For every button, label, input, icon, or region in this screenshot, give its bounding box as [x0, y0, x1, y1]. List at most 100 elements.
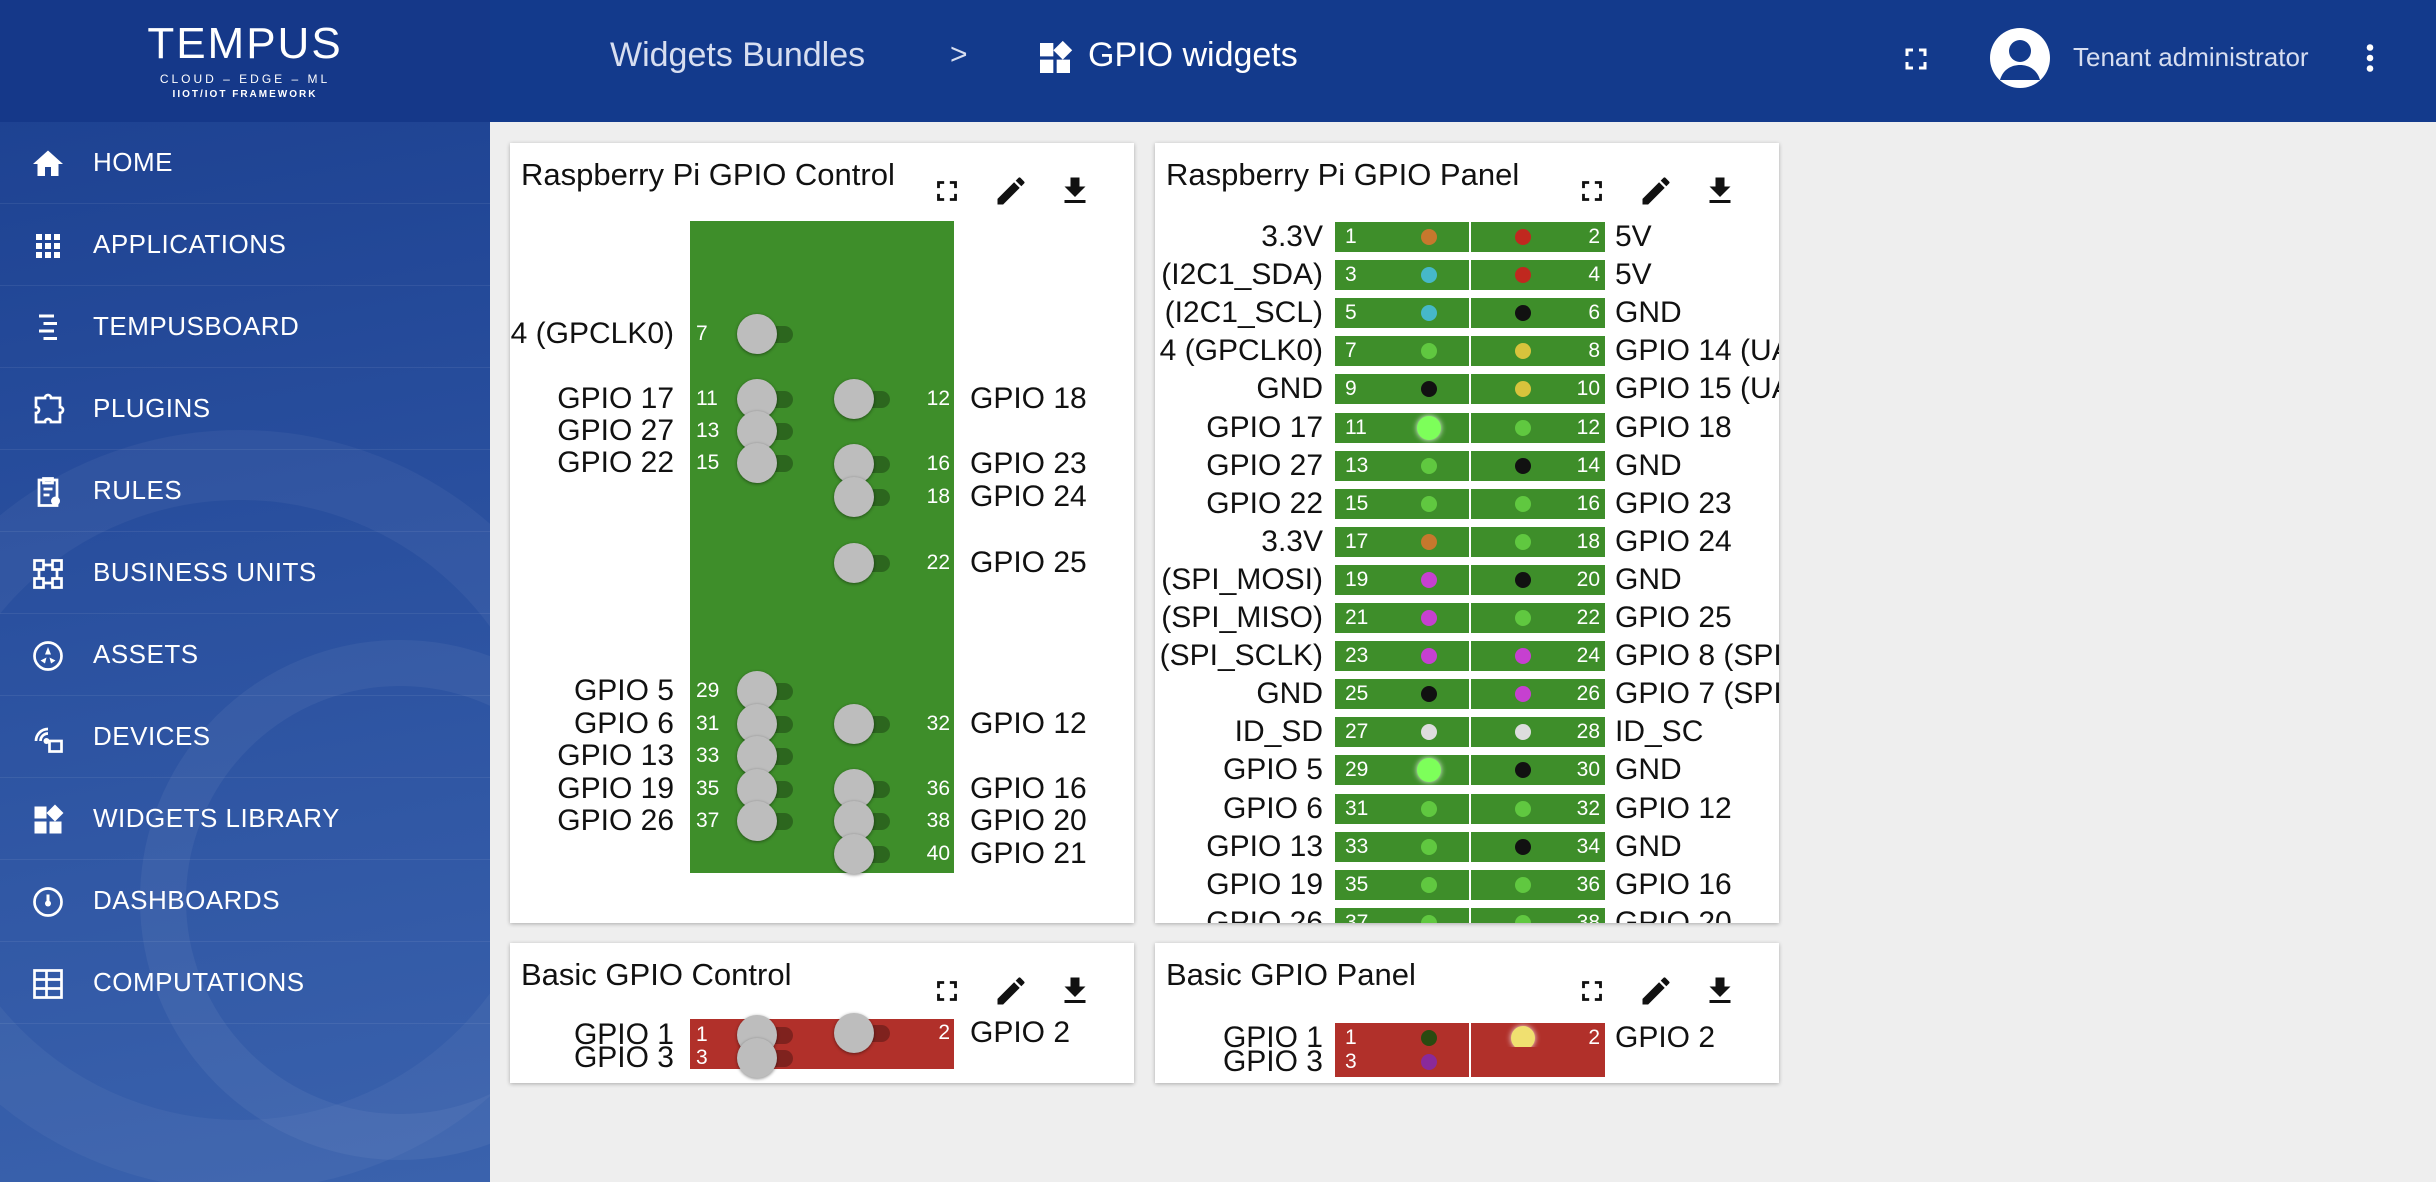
gpio-pin-number: 35 [696, 777, 720, 800]
fullscreen-icon[interactable] [915, 971, 979, 1011]
gpio-led [1421, 648, 1437, 665]
gpio-pin-label: GPIO 19 [1206, 867, 1323, 901]
gpio-pin-number: 15 [1345, 491, 1369, 515]
widget-title: Basic GPIO Panel [1166, 957, 1416, 992]
edit-icon[interactable] [979, 171, 1043, 211]
widget-card-basic-panel[interactable]: Basic GPIO Panel GPIO 1 1 2 GPIO 2 GPIO 33 [1155, 943, 1779, 1083]
gpio-pin-label: GND [1256, 372, 1323, 406]
gpio-pin-label: GPIO 21 [970, 837, 1087, 870]
widget-card-rpi-control[interactable]: Raspberry Pi GPIO Control 4 (GPCLK0) 7 GPI… [510, 143, 1134, 923]
gpio-panel-bar [1471, 298, 1605, 329]
sidebar-item-tempusboard[interactable]: TEMPUSBOARD [0, 286, 490, 368]
toggle-knob [737, 443, 777, 483]
gpio-led [1515, 838, 1531, 855]
toggle-knob [834, 1013, 874, 1053]
gpio-pin-number: 38 [926, 809, 950, 832]
sidebar-item-computations[interactable]: COMPUTATIONS [0, 942, 490, 1024]
gpio-toggle[interactable] [737, 443, 793, 483]
download-icon[interactable] [1043, 171, 1107, 211]
business-units-icon [28, 556, 68, 592]
gpio-panel-row: 3.3V 1 2 5V [1155, 222, 1779, 252]
sidebar-item-dashboards[interactable]: DASHBOARDS [0, 860, 490, 942]
gpio-toggle[interactable] [834, 477, 890, 517]
gpio-panel-row: (SPI_MISO) 21 22 GPIO 25 [1155, 603, 1779, 633]
gpio-pin-label: GPIO 13 [1206, 829, 1323, 863]
home-icon [28, 146, 68, 182]
sidebar-item-label: DEVICES [93, 721, 211, 751]
puzzle-icon [28, 392, 68, 428]
fullscreen-icon[interactable] [1560, 971, 1624, 1011]
sidebar-item-devices[interactable]: DEVICES [0, 696, 490, 778]
gpio-pin-number: 3 [1345, 1050, 1357, 1073]
gpio-pin-number: 7 [696, 322, 708, 345]
widget-card-basic-control[interactable]: Basic GPIO Control GPIO 1 1 GPIO 3 3 2 GPIO 2 [510, 943, 1134, 1083]
gpio-pin-number: 24 [1576, 644, 1600, 668]
download-icon[interactable] [1688, 171, 1752, 211]
sidebar-item-widgets-library[interactable]: WIDGETS LIBRARY [0, 778, 490, 860]
gpio-pin-number: 9 [1345, 377, 1357, 401]
gpio-led [1515, 229, 1531, 245]
gpio-pin-label: GPIO 27 [1206, 448, 1323, 482]
gpio-led [1515, 610, 1531, 626]
gpio-panel-row: GPIO 13 33 34 GND [1155, 829, 1779, 863]
toggle-knob [834, 834, 874, 874]
gpio-toggle[interactable] [834, 543, 890, 583]
download-icon[interactable] [1043, 971, 1107, 1011]
gpio-pin-label: GND [1615, 829, 1682, 863]
gpio-pin-number: 13 [696, 419, 720, 442]
sidebar-item-label: WIDGETS LIBRARY [93, 803, 340, 833]
fullscreen-icon[interactable] [1560, 171, 1624, 211]
gpio-panel-row: 3.3V 17 18 GPIO 24 [1155, 526, 1779, 557]
avatar[interactable] [1990, 28, 2050, 88]
fullscreen-icon[interactable] [1898, 41, 1934, 82]
gpio-pin-number: 3 [696, 1046, 708, 1069]
gpio-pin-label: GPIO 12 [1615, 791, 1732, 825]
gpio-toggle[interactable] [834, 834, 890, 874]
sidebar-item-business-units[interactable]: BUSINESS UNITS [0, 532, 490, 614]
gpio-pin-label: (I2C1_SCL) [1164, 296, 1323, 330]
gpio-panel-row: GPIO 5 29 30 GND [1155, 753, 1779, 787]
widget-title: Raspberry Pi GPIO Panel [1166, 157, 1520, 192]
sidebar-item-assets[interactable]: ASSETS [0, 614, 490, 696]
edit-icon[interactable] [979, 971, 1043, 1011]
breadcrumb-parent[interactable]: Widgets Bundles [610, 36, 865, 75]
gpio-led [1515, 495, 1531, 512]
gpio-pin-label: GPIO 25 [1615, 601, 1732, 634]
widget-card-rpi-panel[interactable]: Raspberry Pi GPIO Panel 3.3V 1 2 5V (I2C1_SD… [1155, 143, 1779, 923]
gpio-toggle[interactable] [834, 1013, 890, 1053]
gpio-pin-label: (SPI_MOSI) [1161, 562, 1323, 596]
brand-logo[interactable]: TEMPUS CLOUD – EDGE – ML IIOT/IOT FRAMEW… [0, 0, 490, 122]
top-bar: Widgets Bundles > GPIO widgets Tenant ad… [490, 0, 2436, 122]
gpio-toggle[interactable] [834, 379, 890, 419]
more-vert-icon[interactable] [2352, 38, 2388, 83]
gpio-pin-number: 1 [696, 1023, 708, 1046]
gpio-led [1515, 648, 1531, 665]
edit-icon[interactable] [1624, 171, 1688, 211]
gpio-pin-label: GPIO 16 [1615, 867, 1732, 901]
gpio-led [1515, 457, 1531, 474]
gpio-panel-row: GND 25 26 GPIO 7 (SPI_CE1_N) [1155, 677, 1779, 711]
user-name[interactable]: Tenant administrator [2073, 42, 2309, 73]
gpio-pin-label: GND [1615, 448, 1682, 482]
download-icon[interactable] [1688, 971, 1752, 1011]
gpio-toggle[interactable] [737, 801, 793, 841]
gpio-toggle[interactable] [737, 314, 793, 354]
gpio-toggle[interactable] [737, 1038, 793, 1078]
toggle-knob [834, 477, 874, 517]
gpio-pin-number: 23 [1345, 644, 1369, 668]
sidebar-item-home[interactable]: HOME [0, 122, 490, 204]
sidebar-item-rules[interactable]: RULES [0, 450, 490, 532]
gpio-pin-label: GPIO 5 [1222, 753, 1323, 787]
edit-icon[interactable] [1624, 971, 1688, 1011]
fullscreen-icon[interactable] [915, 171, 979, 211]
logo-subtag: IIOT/IOT FRAMEWORK [172, 89, 318, 100]
gpio-led [1515, 800, 1531, 817]
sidebar-item-plugins[interactable]: PLUGINS [0, 368, 490, 450]
gpio-pin-label: GPIO 3 [573, 1041, 674, 1074]
gpio-toggle[interactable] [834, 704, 890, 744]
gpio-pin-number: 7 [1345, 339, 1357, 363]
gpio-pin-label: 5V [1615, 220, 1652, 253]
gpio-pin-label: GPIO 7 (SPI_CE1_N) [1615, 677, 1779, 711]
gpio-pin-number: 33 [696, 744, 720, 767]
sidebar-item-applications[interactable]: APPLICATIONS [0, 204, 490, 286]
